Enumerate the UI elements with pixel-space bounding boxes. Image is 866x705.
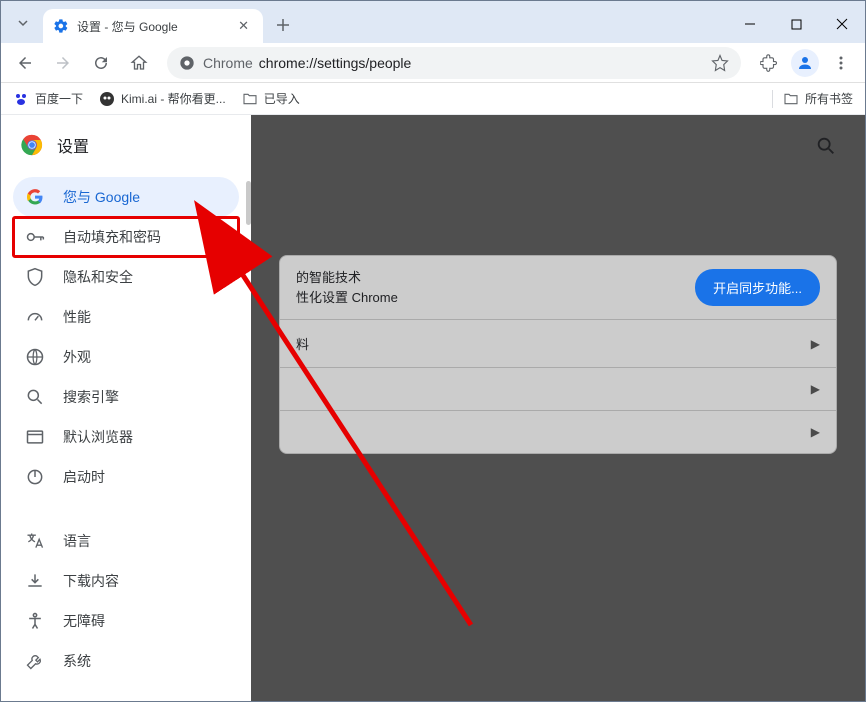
sidebar-item-autofill-passwords[interactable]: 自动填充和密码 bbox=[13, 217, 239, 257]
sidebar-item-privacy-security[interactable]: 隐私和安全 bbox=[13, 257, 239, 297]
gear-icon bbox=[53, 18, 69, 34]
sidebar-item-accessibility[interactable]: 无障碍 bbox=[13, 601, 239, 641]
card-header: 的智能技术 性化设置 Chrome 开启同步功能... bbox=[280, 256, 836, 319]
power-icon bbox=[25, 467, 45, 487]
chrome-icon bbox=[179, 55, 195, 71]
bookmarks-bar: 百度一下 Kimi.ai - 帮你看更... 已导入 所有书签 bbox=[1, 83, 865, 115]
maximize-button[interactable] bbox=[773, 5, 819, 43]
profile-button[interactable] bbox=[791, 49, 819, 77]
sidebar-item-label: 隐私和安全 bbox=[63, 267, 133, 287]
search-settings-button[interactable] bbox=[815, 135, 837, 157]
tab-title: 设置 - 您与 Google bbox=[77, 18, 226, 35]
kimi-icon bbox=[99, 91, 115, 107]
sidebar-item-label: 启动时 bbox=[63, 467, 105, 487]
bookmark-star-icon[interactable] bbox=[711, 54, 729, 72]
window-controls bbox=[727, 5, 865, 43]
sidebar-item-languages[interactable]: 语言 bbox=[13, 521, 239, 561]
main-panel: 的智能技术 性化设置 Chrome 开启同步功能... 料 ▶ ▶ ▶ bbox=[251, 115, 865, 701]
card-row[interactable]: 料 ▶ bbox=[280, 319, 836, 367]
chevron-right-icon: ▶ bbox=[811, 382, 820, 396]
sidebar-item-label: 性能 bbox=[63, 307, 91, 327]
sidebar-item-label: 外观 bbox=[63, 347, 91, 367]
sync-card: 的智能技术 性化设置 Chrome 开启同步功能... 料 ▶ ▶ ▶ bbox=[279, 255, 837, 454]
sidebar-item-label: 您与 Google bbox=[63, 187, 140, 207]
speedometer-icon bbox=[25, 307, 45, 327]
reload-button[interactable] bbox=[85, 47, 117, 79]
bookmark-label: 已导入 bbox=[264, 90, 300, 107]
sidebar-item-label: 系统 bbox=[63, 651, 91, 671]
chevron-right-icon: ▶ bbox=[811, 337, 820, 351]
card-row[interactable]: ▶ bbox=[280, 367, 836, 410]
settings-sidebar: 设置 您与 Google 自动填充和密码 隐私和安全 性能 外观 bbox=[1, 115, 251, 701]
sidebar-item-label: 自动填充和密码 bbox=[63, 227, 161, 247]
sidebar-item-default-browser[interactable]: 默认浏览器 bbox=[13, 417, 239, 457]
bookmark-baidu[interactable]: 百度一下 bbox=[13, 90, 83, 107]
all-bookmarks-button[interactable]: 所有书签 bbox=[783, 90, 853, 107]
sidebar-item-label: 语言 bbox=[63, 531, 91, 551]
forward-button[interactable] bbox=[47, 47, 79, 79]
enable-sync-button[interactable]: 开启同步功能... bbox=[695, 269, 820, 306]
sidebar-item-appearance[interactable]: 外观 bbox=[13, 337, 239, 377]
window-icon bbox=[25, 427, 45, 447]
card-header-text: 的智能技术 性化设置 Chrome bbox=[296, 268, 398, 307]
bookmark-label: Kimi.ai - 帮你看更... bbox=[121, 90, 226, 107]
window-titlebar: 设置 - 您与 Google ✕ bbox=[1, 1, 865, 43]
home-button[interactable] bbox=[123, 47, 155, 79]
browser-icon bbox=[25, 347, 45, 367]
bookmark-label: 百度一下 bbox=[35, 90, 83, 107]
tab-close-button[interactable]: ✕ bbox=[234, 16, 253, 36]
sidebar-title: 设置 bbox=[57, 133, 89, 157]
extensions-button[interactable] bbox=[753, 47, 785, 79]
search-icon bbox=[25, 387, 45, 407]
sidebar-item-you-google[interactable]: 您与 Google bbox=[13, 177, 239, 217]
download-icon bbox=[25, 571, 45, 591]
accessibility-icon bbox=[25, 611, 45, 631]
separator bbox=[772, 90, 773, 108]
sidebar-item-label: 搜索引擎 bbox=[63, 387, 119, 407]
chevron-right-icon: ▶ bbox=[811, 425, 820, 439]
sidebar-item-downloads[interactable]: 下载内容 bbox=[13, 561, 239, 601]
folder-icon bbox=[242, 91, 258, 107]
sidebar-items: 您与 Google 自动填充和密码 隐私和安全 性能 外观 搜索引擎 bbox=[1, 171, 251, 681]
translate-icon bbox=[25, 531, 45, 551]
back-button[interactable] bbox=[9, 47, 41, 79]
card-row-label: 料 bbox=[296, 334, 309, 353]
folder-icon bbox=[783, 91, 799, 107]
key-icon bbox=[25, 227, 45, 247]
sidebar-item-label: 下载内容 bbox=[63, 571, 119, 591]
google-g-icon bbox=[25, 187, 45, 207]
url-text: Chromechrome://settings/people bbox=[203, 55, 411, 71]
browser-tab[interactable]: 设置 - 您与 Google ✕ bbox=[43, 9, 263, 43]
sidebar-item-label: 默认浏览器 bbox=[63, 427, 133, 447]
new-tab-button[interactable] bbox=[269, 11, 297, 39]
sidebar-item-label: 无障碍 bbox=[63, 611, 105, 631]
sidebar-scrollbar[interactable] bbox=[246, 181, 251, 225]
sidebar-item-system[interactable]: 系统 bbox=[13, 641, 239, 681]
card-row[interactable]: ▶ bbox=[280, 410, 836, 453]
baidu-icon bbox=[13, 91, 29, 107]
sidebar-item-on-startup[interactable]: 启动时 bbox=[13, 457, 239, 497]
minimize-button[interactable] bbox=[727, 5, 773, 43]
browser-toolbar: Chromechrome://settings/people bbox=[1, 43, 865, 83]
close-window-button[interactable] bbox=[819, 5, 865, 43]
wrench-icon bbox=[25, 651, 45, 671]
all-bookmarks-label: 所有书签 bbox=[805, 90, 853, 107]
bookmark-imported-folder[interactable]: 已导入 bbox=[242, 90, 300, 107]
menu-button[interactable] bbox=[825, 47, 857, 79]
sidebar-header: 设置 bbox=[1, 115, 251, 171]
shield-icon bbox=[25, 267, 45, 287]
tabs-dropdown-button[interactable] bbox=[9, 9, 37, 37]
content-area: 设置 您与 Google 自动填充和密码 隐私和安全 性能 外观 bbox=[1, 115, 865, 701]
sidebar-item-search-engine[interactable]: 搜索引擎 bbox=[13, 377, 239, 417]
chrome-logo-icon bbox=[21, 134, 43, 156]
bookmark-kimi[interactable]: Kimi.ai - 帮你看更... bbox=[99, 90, 226, 107]
address-bar[interactable]: Chromechrome://settings/people bbox=[167, 47, 741, 79]
sidebar-item-performance[interactable]: 性能 bbox=[13, 297, 239, 337]
